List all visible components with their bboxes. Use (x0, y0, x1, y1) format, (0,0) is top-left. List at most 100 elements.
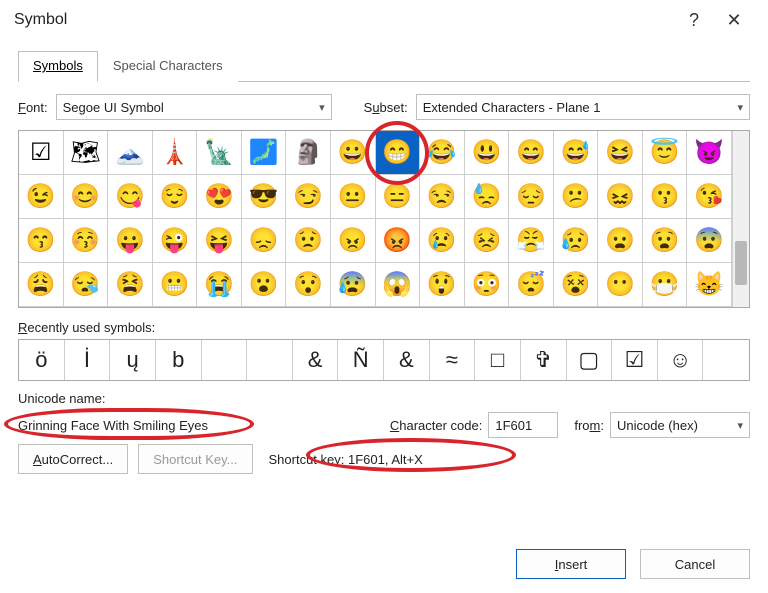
recent-cell[interactable]: ☑ (612, 340, 658, 380)
recent-cell[interactable]: ✞ (521, 340, 567, 380)
symbol-cell[interactable]: 😑 (376, 175, 421, 219)
shortcut-key-button[interactable]: Shortcut Key... (138, 444, 252, 474)
symbol-cell[interactable]: 😡 (376, 219, 421, 263)
symbol-cell[interactable]: 😮 (242, 263, 287, 307)
recent-cell[interactable] (202, 340, 248, 380)
recent-cell[interactable] (703, 340, 749, 380)
recent-cell[interactable]: b (156, 340, 202, 380)
symbol-cell[interactable]: 😴 (509, 263, 554, 307)
symbol-cell[interactable]: 😓 (465, 175, 510, 219)
symbol-cell[interactable]: 😘 (687, 175, 732, 219)
symbol-cell[interactable]: 😒 (420, 175, 465, 219)
symbol-cell[interactable]: 😲 (420, 263, 465, 307)
symbol-cell[interactable]: 😅 (554, 131, 599, 175)
symbol-cell[interactable]: 😢 (420, 219, 465, 263)
symbol-cell[interactable]: 😙 (19, 219, 64, 263)
from-combo[interactable]: Unicode (hex) ▾ (610, 412, 750, 438)
symbol-cell[interactable]: 😸 (687, 263, 732, 307)
symbol-cell[interactable]: 😨 (687, 219, 732, 263)
recent-cell[interactable]: İ (65, 340, 111, 380)
symbol-cell[interactable]: 🗿 (286, 131, 331, 175)
symbol-cell[interactable]: 😫 (108, 263, 153, 307)
recent-cell[interactable]: & (293, 340, 339, 380)
symbol-cell[interactable]: 😣 (465, 219, 510, 263)
recent-cell[interactable]: ų (110, 340, 156, 380)
symbol-cell[interactable]: 😤 (509, 219, 554, 263)
symbol-cell[interactable]: 😄 (509, 131, 554, 175)
tab-special-characters[interactable]: Special Characters (98, 51, 238, 82)
symbol-cell[interactable]: 😚 (64, 219, 109, 263)
symbol-cell[interactable]: 😀 (331, 131, 376, 175)
symbol-cell[interactable]: 😦 (598, 219, 643, 263)
symbol-cell[interactable]: 😎 (242, 175, 287, 219)
symbol-cell[interactable]: 😠 (331, 219, 376, 263)
symbol-cell[interactable]: ☑ (19, 131, 64, 175)
symbol-cell[interactable]: 🗽 (197, 131, 242, 175)
symbol-cell[interactable]: 😈 (687, 131, 732, 175)
symbol-cell[interactable]: 😆 (598, 131, 643, 175)
char-code-label: Character code: (390, 418, 483, 433)
symbol-cell[interactable]: 😞 (242, 219, 287, 263)
symbol-cell[interactable]: 😏 (286, 175, 331, 219)
recent-cell[interactable] (247, 340, 293, 380)
symbol-cell[interactable]: 😥 (554, 219, 599, 263)
symbol-cell[interactable]: 🗾 (242, 131, 287, 175)
symbol-cell[interactable]: 😃 (465, 131, 510, 175)
symbol-cell[interactable]: 😌 (153, 175, 198, 219)
symbol-cell[interactable]: 😯 (286, 263, 331, 307)
symbol-cell[interactable]: 😰 (331, 263, 376, 307)
tab-symbols[interactable]: Symbols (18, 51, 98, 82)
recent-cell[interactable]: ö (19, 340, 65, 380)
symbol-cell[interactable]: 😷 (643, 263, 688, 307)
font-combo[interactable]: Segoe UI Symbol ▾ (56, 94, 332, 120)
symbol-cell[interactable]: 😭 (197, 263, 242, 307)
symbol-cell[interactable]: 😝 (197, 219, 242, 263)
symbol-cell[interactable]: 😊 (64, 175, 109, 219)
symbol-cell[interactable]: 🗺 (64, 131, 109, 175)
symbol-cell[interactable]: 😉 (19, 175, 64, 219)
symbol-cell[interactable]: 😱 (376, 263, 421, 307)
symbol-cell[interactable]: 😟 (286, 219, 331, 263)
symbol-cell[interactable]: 😛 (108, 219, 153, 263)
symbol-cell[interactable]: 🗻 (108, 131, 153, 175)
symbol-cell[interactable]: 🗼 (153, 131, 198, 175)
symbol-cell[interactable]: 😇 (643, 131, 688, 175)
unicode-name-label: Unicode name: (18, 391, 750, 406)
insert-button[interactable]: Insert (516, 549, 626, 579)
scrollbar[interactable] (732, 131, 749, 307)
recent-cell[interactable]: □ (475, 340, 521, 380)
symbol-cell[interactable]: 😐 (331, 175, 376, 219)
recent-row[interactable]: öİųb&Ñ&≈□✞▢☑☺ (18, 339, 750, 381)
recent-cell[interactable]: ▢ (567, 340, 613, 380)
recent-cell[interactable]: ☺ (658, 340, 704, 380)
symbol-cell[interactable]: 😳 (465, 263, 510, 307)
scrollbar-thumb[interactable] (735, 241, 747, 285)
symbol-cell[interactable]: 😗 (643, 175, 688, 219)
symbol-cell[interactable]: 😕 (554, 175, 599, 219)
symbol-cell[interactable]: 😔 (509, 175, 554, 219)
font-value: Segoe UI Symbol (63, 100, 164, 115)
recent-cell[interactable]: Ñ (338, 340, 384, 380)
recent-cell[interactable]: ≈ (430, 340, 476, 380)
symbol-cell[interactable]: 😧 (643, 219, 688, 263)
char-code-field[interactable]: 1F601 (488, 412, 558, 438)
symbol-grid[interactable]: ☑🗺🗻🗼🗽🗾🗿😀😁😂😃😄😅😆😇😈 😉😊😋😌😍😎😏😐😑😒😓😔😕😖😗😘 😙😚😛😜😝😞😟😠… (19, 131, 732, 307)
autocorrect-button[interactable]: AutoCorrect... (18, 444, 128, 474)
symbol-cell[interactable]: 😶 (598, 263, 643, 307)
symbol-cell[interactable]: 😁 (376, 131, 421, 175)
symbol-cell[interactable]: 😵 (554, 263, 599, 307)
symbol-cell[interactable]: 😪 (64, 263, 109, 307)
subset-combo[interactable]: Extended Characters - Plane 1 ▾ (416, 94, 750, 120)
help-icon[interactable]: ? (674, 10, 714, 31)
symbol-cell[interactable]: 😍 (197, 175, 242, 219)
close-icon[interactable]: ✕ (714, 10, 754, 31)
recent-cell[interactable]: & (384, 340, 430, 380)
symbol-cell[interactable]: 😋 (108, 175, 153, 219)
symbol-cell[interactable]: 😩 (19, 263, 64, 307)
symbol-cell[interactable]: 😂 (420, 131, 465, 175)
window-title: Symbol (14, 11, 674, 29)
symbol-cell[interactable]: 😜 (153, 219, 198, 263)
symbol-cell[interactable]: 😖 (598, 175, 643, 219)
cancel-button[interactable]: Cancel (640, 549, 750, 579)
symbol-cell[interactable]: 😬 (153, 263, 198, 307)
